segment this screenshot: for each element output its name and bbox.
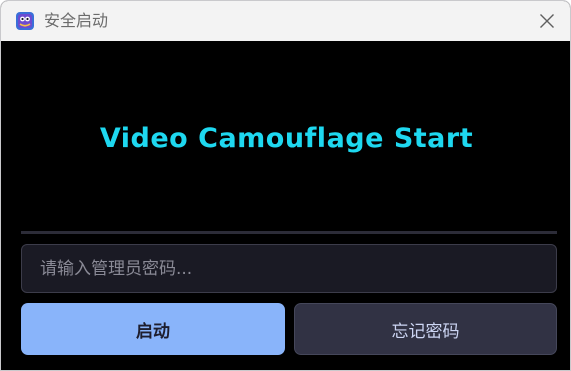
start-button[interactable]: 启动	[21, 303, 285, 355]
app-logo-icon	[15, 11, 35, 31]
app-headline: Video Camouflage Start	[99, 123, 474, 154]
close-icon	[539, 13, 555, 29]
password-input[interactable]	[21, 244, 557, 293]
window-title: 安全启动	[44, 11, 109, 30]
close-button[interactable]	[524, 1, 570, 41]
app-window: 安全启动 Video Camouflage Start 启动 忘记密码	[0, 0, 571, 371]
divider	[21, 231, 557, 234]
forgot-password-button[interactable]: 忘记密码	[294, 303, 557, 355]
main-content: Video Camouflage Start 启动 忘记密码	[1, 41, 570, 370]
title-bar: 安全启动	[1, 1, 570, 41]
